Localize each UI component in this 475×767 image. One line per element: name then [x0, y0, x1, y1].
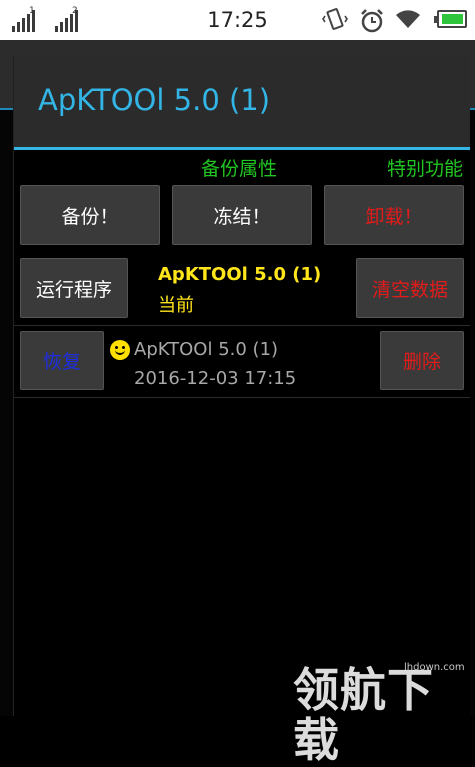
watermark-logo: 领航下载 — [293, 663, 434, 767]
clear-data-button[interactable]: 清空数据 — [356, 258, 464, 318]
special-functions-link[interactable]: 特别功能 — [387, 154, 463, 181]
status-bar: 1 2 17:25 — [0, 0, 475, 40]
delete-button[interactable]: 删除 — [380, 331, 464, 390]
alarm-icon — [361, 9, 383, 33]
run-app-button[interactable]: 运行程序 — [20, 258, 128, 318]
smiley-icon — [110, 340, 130, 360]
separator — [14, 397, 470, 398]
app-details-dialog: ApKTOOl 5.0 (1) 备份属性 特别功能 备份！ 冻结！ 卸载！ 运行… — [13, 55, 470, 716]
freeze-button[interactable]: 冻结！ — [172, 185, 312, 245]
battery-icon — [434, 10, 467, 28]
dialog-title: ApKTOOl 5.0 (1) — [38, 83, 271, 117]
wifi-icon — [396, 10, 420, 28]
vibrate-icon — [322, 8, 348, 30]
separator — [14, 325, 470, 326]
dialog-header: ApKTOOl 5.0 (1) — [14, 55, 470, 147]
backup-entry-date: 2016-12-03 17:15 — [134, 368, 297, 389]
restore-button[interactable]: 恢复 — [20, 331, 104, 390]
dialog-title-divider — [14, 147, 470, 150]
current-app-name: ApKTOOl 5.0 (1) — [158, 264, 322, 285]
backup-entry-name: ApKTOOl 5.0 (1) — [134, 339, 279, 360]
current-app-state: 当前 — [158, 295, 194, 316]
uninstall-button[interactable]: 卸载！ — [324, 185, 464, 245]
backup-button[interactable]: 备份！ — [20, 185, 160, 245]
backup-properties-link[interactable]: 备份属性 — [201, 154, 277, 181]
